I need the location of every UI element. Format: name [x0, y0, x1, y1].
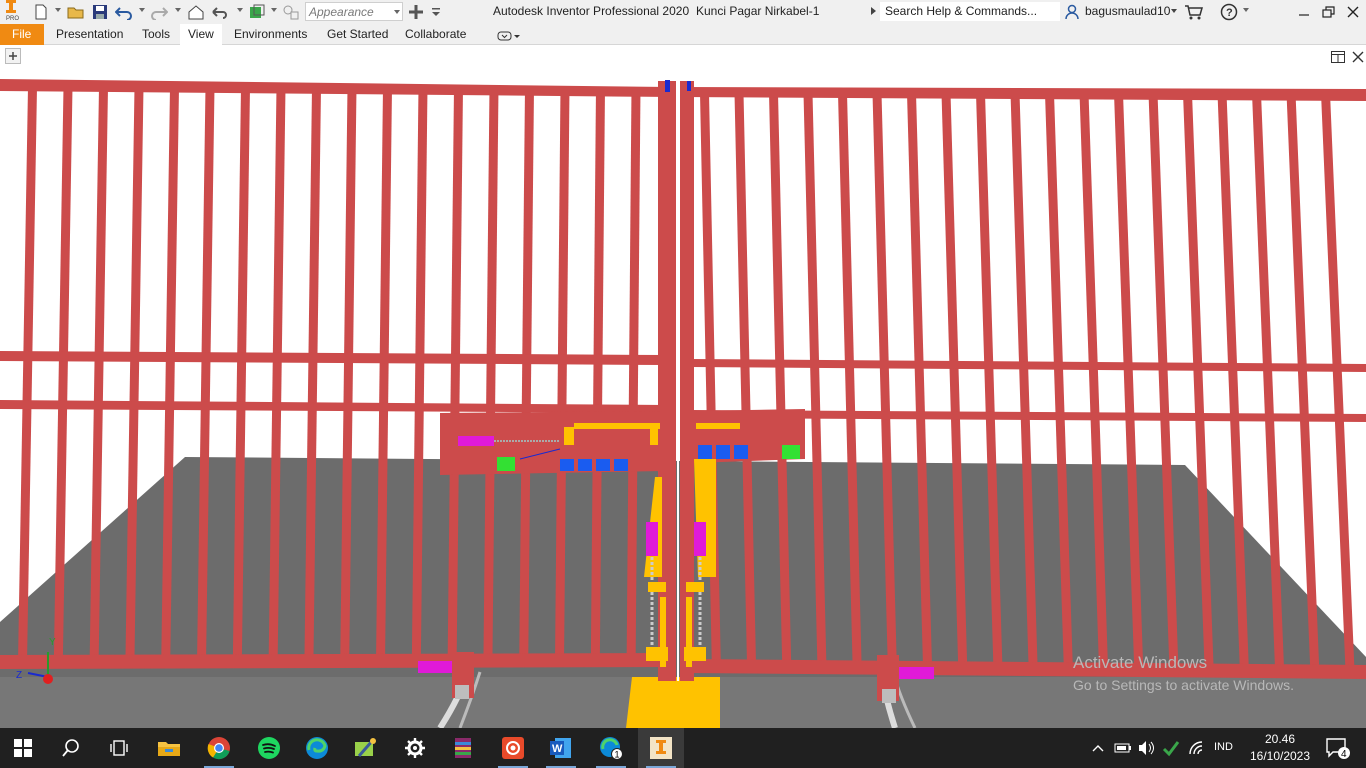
activate-windows-text: Activate Windows: [1073, 653, 1208, 672]
close-document-icon[interactable]: [1350, 48, 1366, 66]
left-solenoid: [458, 436, 494, 446]
volume-icon[interactable]: [1136, 728, 1158, 768]
windows-taskbar: W 1 IND 20.46 16/10/2023 4: [0, 728, 1366, 768]
show-hidden-icons-icon[interactable]: [1088, 728, 1108, 768]
return-dropdown-icon[interactable]: [237, 8, 243, 12]
file-explorer-icon[interactable]: [146, 728, 192, 768]
cart-icon[interactable]: [1183, 3, 1205, 21]
update-check-icon[interactable]: [1160, 728, 1182, 768]
inventor-taskbar-icon[interactable]: [638, 728, 684, 768]
title-bar: PRO Appearance Autodesk Inventor Profess…: [0, 0, 1366, 24]
new-file-icon[interactable]: [32, 3, 50, 21]
search-expand-icon[interactable]: [871, 7, 876, 15]
center-base-plate: [626, 677, 720, 728]
search-icon[interactable]: [48, 728, 94, 768]
task-view-icon[interactable]: [96, 728, 142, 768]
redo-icon[interactable]: [149, 3, 169, 21]
tab-file[interactable]: File: [0, 24, 44, 45]
help-dropdown-icon[interactable]: [1243, 8, 1249, 12]
tab-presentation[interactable]: Presentation: [48, 24, 131, 45]
svg-text:?: ?: [1226, 7, 1233, 19]
help-icon[interactable]: ?: [1219, 3, 1239, 21]
user-icon[interactable]: [1063, 3, 1081, 21]
open-folder-icon[interactable]: [66, 3, 86, 21]
right-sensor: [782, 445, 800, 459]
chrome-icon[interactable]: [196, 728, 242, 768]
svg-text:W: W: [552, 743, 563, 755]
start-button[interactable]: [0, 728, 46, 768]
snipping-tool-icon[interactable]: [342, 728, 388, 768]
tab-tools[interactable]: Tools: [134, 24, 178, 45]
document-tab-strip: [0, 45, 1366, 67]
user-dropdown-icon[interactable]: [1171, 9, 1177, 13]
tab-view[interactable]: View: [180, 24, 222, 45]
axis-y-label: Y: [49, 637, 56, 648]
update-icon[interactable]: [247, 3, 267, 21]
spotify-icon[interactable]: [246, 728, 292, 768]
save-icon[interactable]: [91, 3, 109, 21]
close-icon[interactable]: [1343, 3, 1363, 21]
right-actuator: [694, 522, 706, 556]
customize-toolbar-icon[interactable]: [430, 3, 442, 21]
ribbon-display-options-icon[interactable]: [496, 27, 522, 45]
battery-icon[interactable]: [1112, 728, 1134, 768]
language-indicator[interactable]: IND: [1214, 741, 1233, 753]
left-gate-bottom-rail: [0, 653, 665, 669]
minimize-icon[interactable]: [1294, 3, 1314, 21]
left-actuator: [646, 522, 658, 556]
activate-windows-title: Activate Windows: [1073, 653, 1207, 673]
select-filter-icon[interactable]: [281, 3, 301, 21]
arrange-windows-icon[interactable]: [1330, 48, 1346, 66]
inventor-logo-icon[interactable]: PRO: [4, 0, 24, 21]
undo-dropdown-icon[interactable]: [139, 8, 145, 12]
tab-collaborate[interactable]: Collaborate: [397, 24, 474, 45]
clock-date[interactable]: 16/10/2023: [1245, 749, 1315, 763]
home-icon[interactable]: [186, 3, 206, 21]
svg-text:PRO: PRO: [6, 16, 19, 21]
notification-icon[interactable]: 4: [1318, 728, 1358, 768]
settings-gear-icon[interactable]: [392, 728, 438, 768]
return-icon[interactable]: [211, 3, 231, 21]
tab-get-started[interactable]: Get Started: [319, 24, 396, 45]
graphics-viewport[interactable]: Y Z: [0, 67, 1366, 728]
activate-windows-subtitle: Go to Settings to activate Windows.: [1073, 677, 1294, 693]
edge-icon[interactable]: [294, 728, 340, 768]
appearance-dropdown[interactable]: Appearance: [305, 2, 403, 21]
chevron-down-icon: [394, 10, 400, 14]
notification-count: 4: [1341, 749, 1347, 760]
restore-icon[interactable]: [1318, 3, 1338, 21]
search-input[interactable]: Search Help & Commands...: [880, 2, 1060, 21]
screen-recorder-icon[interactable]: [490, 728, 536, 768]
app-title: Autodesk Inventor Professional 2020: [493, 4, 690, 18]
update-dropdown-icon[interactable]: [271, 8, 277, 12]
new-document-tab-icon[interactable]: [4, 47, 22, 65]
ribbon-tab-bar: File Presentation Tools View Environment…: [0, 24, 1366, 45]
tab-environments[interactable]: Environments: [226, 24, 315, 45]
clock-time[interactable]: 20.46: [1250, 732, 1310, 746]
edge-badge: 1: [615, 750, 620, 760]
appearance-value: Appearance: [309, 5, 374, 19]
model-render: Y Z: [0, 67, 1366, 728]
new-dropdown-icon[interactable]: [55, 8, 61, 12]
plus-icon[interactable]: [406, 3, 426, 21]
word-icon[interactable]: W: [538, 728, 584, 768]
left-sensor: [497, 457, 515, 471]
document-title: Kunci Pagar Nirkabel-1: [696, 4, 820, 18]
user-name[interactable]: bagusmaulad10: [1085, 4, 1170, 18]
redo-dropdown-icon[interactable]: [175, 8, 181, 12]
winrar-icon[interactable]: [440, 728, 486, 768]
wifi-icon[interactable]: [1186, 728, 1208, 768]
axis-z-label: Z: [16, 670, 22, 681]
undo-icon[interactable]: [114, 3, 134, 21]
edge-dev-icon[interactable]: 1: [588, 728, 634, 768]
